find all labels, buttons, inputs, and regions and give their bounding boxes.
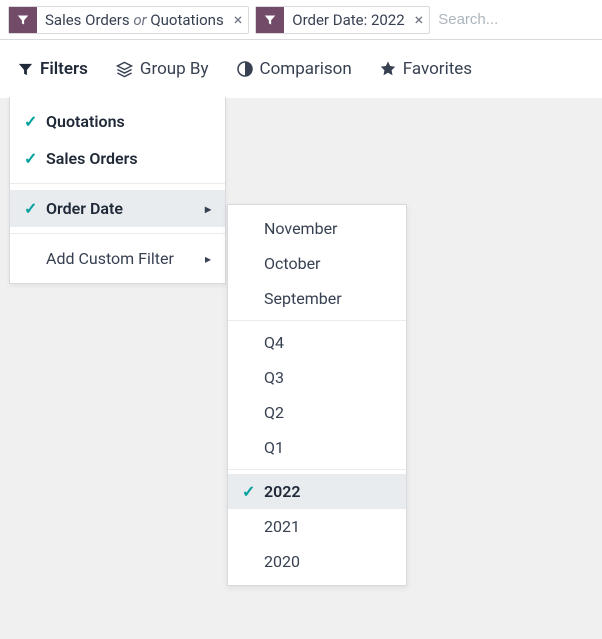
order-date-submenu: ✓ November ✓ October ✓ September ✓ Q4 ✓ … (227, 204, 407, 586)
submenu-label: 2020 (264, 552, 300, 571)
submenu-quarter[interactable]: ✓ Q4 (228, 325, 406, 360)
submenu-label: November (264, 219, 337, 238)
submenu-label: Q3 (264, 368, 284, 387)
filter-sales-orders[interactable]: ✓ Sales Orders (10, 140, 225, 177)
filter-label: Order Date (46, 199, 123, 218)
chevron-right-icon: ▸ (205, 202, 211, 216)
chevron-right-icon: ▸ (205, 252, 211, 266)
check-icon: ✓ (24, 112, 38, 131)
facet-remove-icon[interactable]: × (413, 10, 430, 29)
search-input[interactable] (436, 10, 602, 29)
tab-comparison[interactable]: Comparison (237, 40, 352, 98)
submenu-label: October (264, 254, 320, 273)
submenu-label: Q4 (264, 333, 284, 352)
divider (10, 183, 225, 184)
search-bar: Sales Orders or Quotations × Order Date:… (0, 0, 602, 40)
search-toolbar: Filters Group By Comparison Favorites (0, 40, 602, 98)
submenu-year[interactable]: ✓ 2021 (228, 509, 406, 544)
layers-icon (116, 61, 133, 78)
tab-favorites[interactable]: Favorites (380, 40, 472, 98)
filter-order-date[interactable]: ✓ Order Date ▸ (10, 190, 225, 227)
filters-dropdown: ✓ Quotations ✓ Sales Orders ✓ Order Date… (9, 97, 226, 284)
contrast-icon (237, 61, 253, 77)
tab-label: Group By (140, 59, 209, 79)
facet-remove-icon[interactable]: × (232, 10, 249, 29)
facet-label: Order Date: 2022 (284, 11, 412, 29)
tab-filters[interactable]: Filters (18, 40, 88, 98)
facet-order-date[interactable]: Order Date: 2022 × (255, 6, 430, 34)
divider (228, 320, 406, 321)
submenu-quarter[interactable]: ✓ Q1 (228, 430, 406, 465)
filter-icon (256, 7, 284, 33)
tab-label: Comparison (260, 59, 352, 79)
submenu-month[interactable]: ✓ September (228, 281, 406, 316)
tab-label: Filters (40, 59, 88, 79)
filter-label: Add Custom Filter (46, 249, 174, 268)
check-icon: ✓ (24, 199, 38, 218)
submenu-year[interactable]: ✓ 2020 (228, 544, 406, 579)
facet-label: Sales Orders or Quotations (37, 11, 232, 29)
filter-label: Sales Orders (46, 149, 138, 168)
add-custom-filter[interactable]: Add Custom Filter ▸ (10, 240, 225, 277)
submenu-quarter[interactable]: ✓ Q2 (228, 395, 406, 430)
star-icon (380, 61, 396, 77)
submenu-year[interactable]: ✓ 2022 (228, 474, 406, 509)
submenu-month[interactable]: ✓ October (228, 246, 406, 281)
check-icon: ✓ (24, 149, 38, 168)
submenu-label: Q2 (264, 403, 284, 422)
submenu-label: Q1 (264, 438, 284, 457)
submenu-month[interactable]: ✓ November (228, 211, 406, 246)
facet-sales-quotations[interactable]: Sales Orders or Quotations × (8, 6, 249, 34)
filter-quotations[interactable]: ✓ Quotations (10, 103, 225, 140)
divider (228, 469, 406, 470)
divider (10, 233, 225, 234)
filter-icon (9, 7, 37, 33)
submenu-label: September (264, 289, 342, 308)
submenu-label: 2022 (264, 482, 301, 501)
submenu-quarter[interactable]: ✓ Q3 (228, 360, 406, 395)
check-icon: ✓ (242, 482, 256, 501)
tab-groupby[interactable]: Group By (116, 40, 209, 98)
filter-icon (18, 62, 33, 77)
tab-label: Favorites (403, 59, 472, 79)
filter-label: Quotations (46, 112, 125, 131)
submenu-label: 2021 (264, 517, 300, 536)
